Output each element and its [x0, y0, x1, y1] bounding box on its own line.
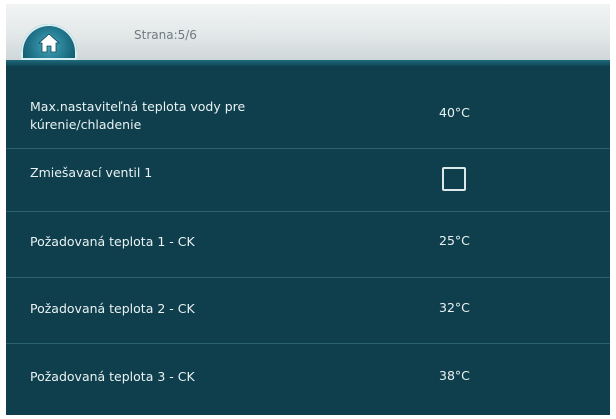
mixing-valve-checkbox[interactable] [442, 167, 466, 191]
setting-value-required-temp-3[interactable]: 38°C [439, 368, 470, 383]
header-divider [6, 60, 610, 66]
screen-frame: Strana:5/6 Max.nastaviteľná teplota vody… [6, 4, 610, 415]
setting-label-required-temp-3: Požadovaná teplota 3 - CK [30, 369, 195, 384]
home-button[interactable] [21, 24, 77, 60]
row-divider [6, 148, 610, 149]
home-icon [37, 33, 61, 53]
header-bar: Strana:5/6 [6, 4, 610, 60]
row-divider [6, 211, 610, 212]
row-divider [6, 277, 610, 278]
page-indicator: Strana:5/6 [134, 28, 197, 42]
setting-label-max-water-temp: Max.nastaviteľná teplota vody pre [30, 99, 246, 114]
setting-label-mixing-valve-1: Zmiešavací ventil 1 [30, 165, 153, 180]
setting-value-max-water-temp[interactable]: 40°C [439, 105, 470, 120]
row-divider [6, 343, 610, 344]
setting-value-required-temp-1[interactable]: 25°C [439, 233, 470, 248]
setting-label-required-temp-2: Požadovaná teplota 2 - CK [30, 301, 195, 316]
setting-label-required-temp-1: Požadovaná teplota 1 - CK [30, 234, 195, 249]
setting-label-max-water-temp-line2: kúrenie/chladenie [30, 117, 142, 132]
setting-value-required-temp-2[interactable]: 32°C [439, 300, 470, 315]
